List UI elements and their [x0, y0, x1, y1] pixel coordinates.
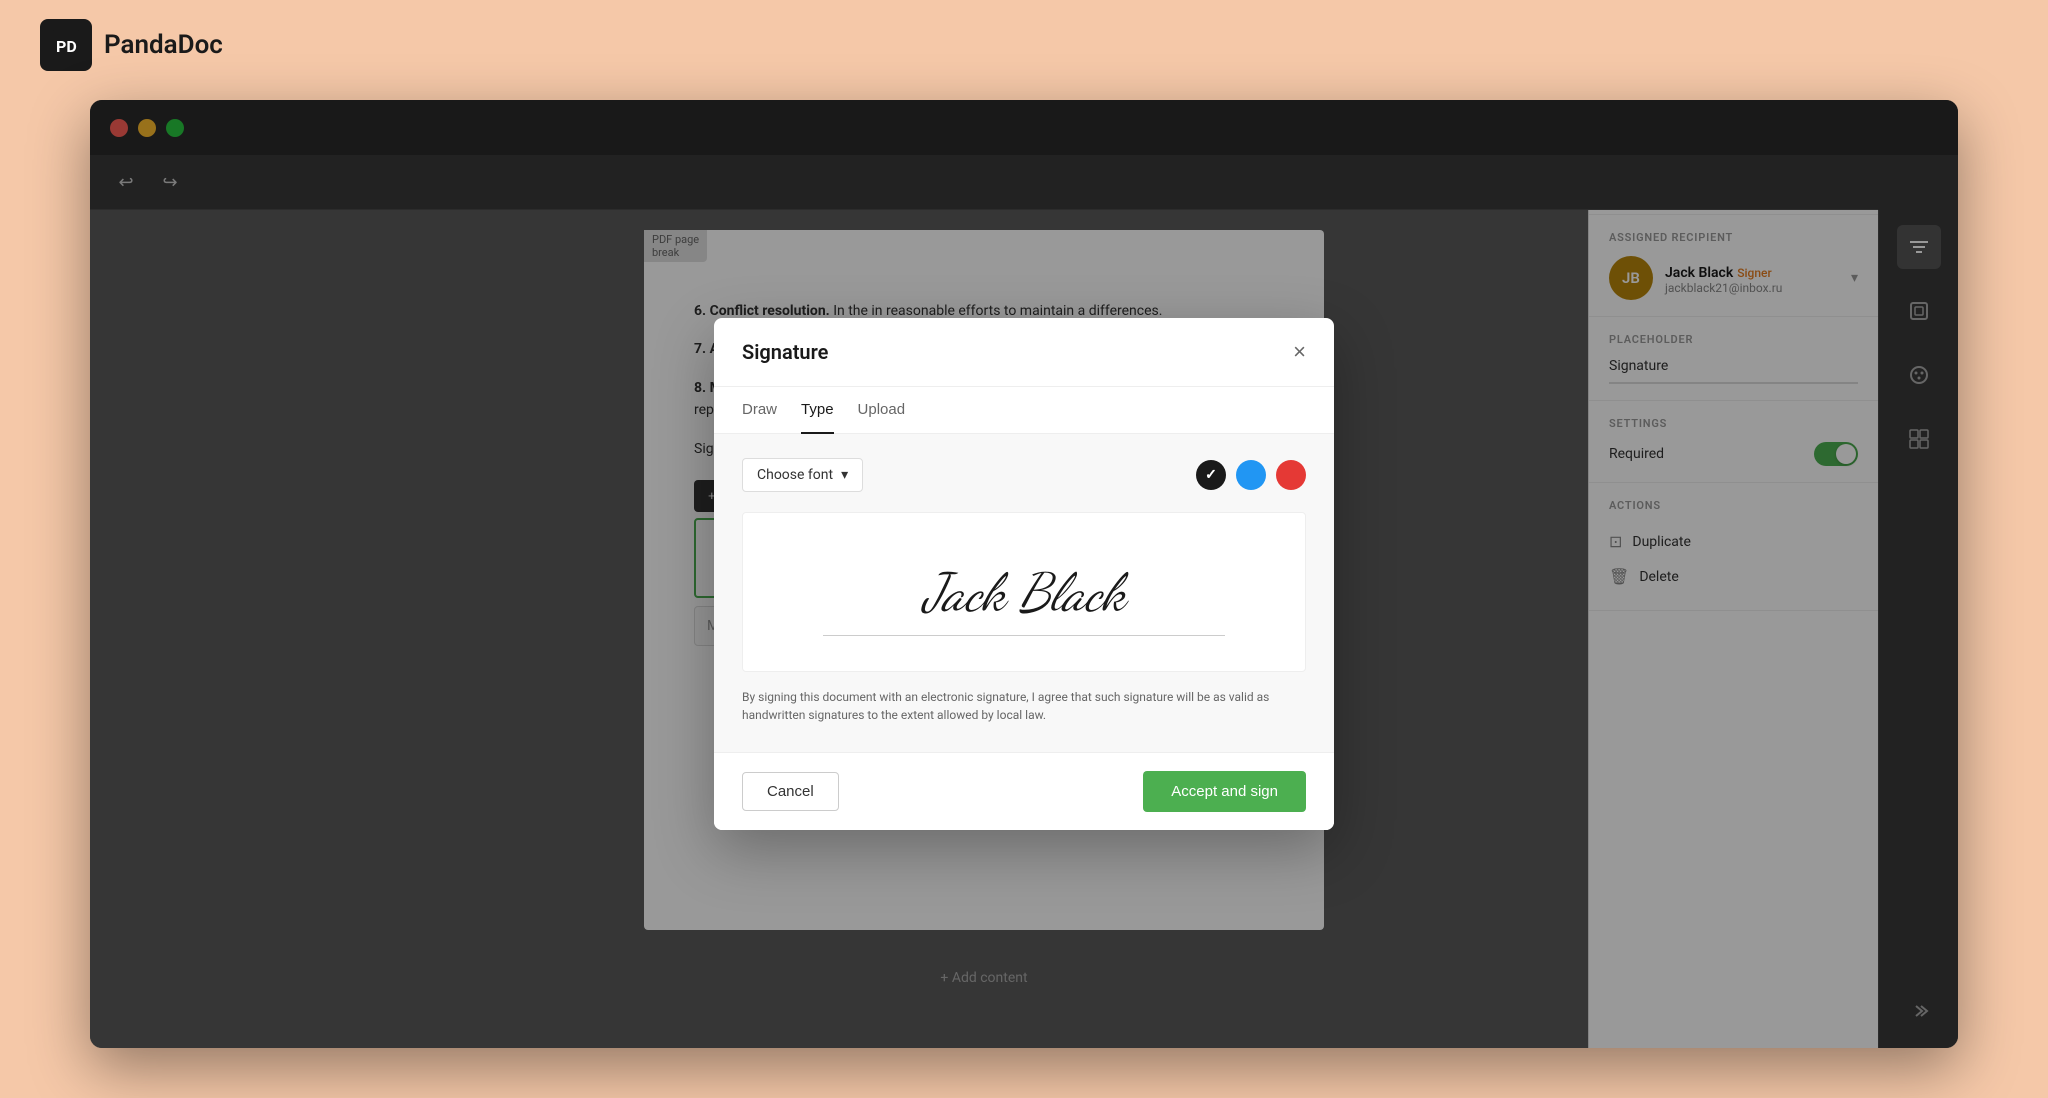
accept-and-sign-button[interactable]: Accept and sign	[1143, 771, 1306, 812]
main-window: ↩ ↪ PDF pagebreak 6. Conflict resolution…	[90, 100, 1958, 1048]
tab-upload[interactable]: Upload	[858, 387, 906, 434]
color-dots: ✓	[1196, 460, 1306, 490]
modal-close-button[interactable]: ×	[1293, 341, 1306, 363]
font-color-row: Choose font ▾ ✓	[742, 458, 1306, 492]
modal-overlay: Signature × Draw Type Upload Choose font…	[90, 100, 1958, 1048]
signature-text: Jack Black	[923, 561, 1126, 624]
color-red[interactable]	[1276, 460, 1306, 490]
modal-tabs: Draw Type Upload	[714, 387, 1334, 434]
tab-type[interactable]: Type	[801, 387, 834, 434]
legal-text: By signing this document with an electro…	[742, 688, 1306, 724]
modal-body: Choose font ▾ ✓ Jack Black	[714, 434, 1334, 752]
signature-underline	[823, 635, 1225, 636]
signature-modal: Signature × Draw Type Upload Choose font…	[714, 318, 1334, 830]
pandadoc-logo: PD PandaDoc	[40, 19, 223, 71]
font-selector-label: Choose font	[757, 467, 833, 483]
pandadoc-bar: PD PandaDoc	[0, 0, 2048, 90]
color-black[interactable]: ✓	[1196, 460, 1226, 490]
tab-draw[interactable]: Draw	[742, 387, 777, 434]
modal-footer: Cancel Accept and sign	[714, 752, 1334, 830]
svg-text:PD: PD	[56, 37, 77, 56]
color-blue[interactable]	[1236, 460, 1266, 490]
cancel-button[interactable]: Cancel	[742, 772, 839, 811]
modal-title: Signature	[742, 340, 828, 364]
modal-header: Signature ×	[714, 318, 1334, 387]
font-selector[interactable]: Choose font ▾	[742, 458, 863, 492]
pandadoc-logo-icon: PD	[40, 19, 92, 71]
pandadoc-logo-text: PandaDoc	[104, 30, 223, 60]
font-selector-chevron: ▾	[841, 467, 848, 483]
signature-preview: Jack Black	[742, 512, 1306, 672]
